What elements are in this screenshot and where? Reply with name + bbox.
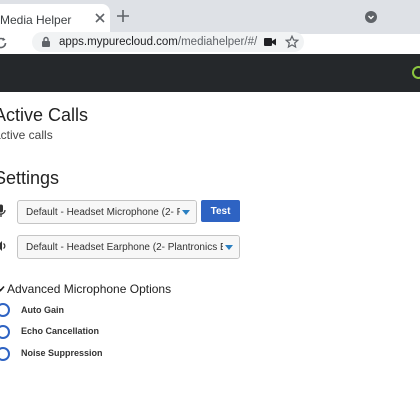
camera-icon[interactable] [264, 37, 276, 47]
chevron-down-icon [225, 245, 233, 250]
url-text[interactable]: apps.mypurecloud.com/mediahelper/#/ [59, 36, 257, 48]
chevron-down-icon [0, 285, 5, 292]
close-icon[interactable] [93, 11, 107, 25]
profile-icon[interactable] [364, 10, 378, 24]
noise-suppression-label: Noise Suppression [21, 348, 103, 358]
reload-icon[interactable] [0, 36, 8, 50]
lock-icon[interactable] [40, 36, 52, 48]
active-calls-heading: Active Calls [0, 105, 89, 125]
earphone-select[interactable]: Default - Headset Earphone (2- Plantroni… [17, 235, 240, 259]
browser-tabstrip: Media Helper [0, 0, 420, 34]
advanced-options-toggle[interactable]: Advanced Microphone Options [0, 282, 171, 296]
earphone-select-value: Default - Headset Earphone (2- Plantroni… [26, 242, 240, 253]
status-indicator [412, 66, 420, 79]
chevron-down-icon [182, 210, 190, 215]
auto-gain-label: Auto Gain [21, 305, 64, 315]
browser-tab[interactable]: Media Helper [0, 4, 110, 34]
url-host: apps.mypurecloud.com [59, 36, 178, 48]
star-icon[interactable] [285, 35, 299, 49]
url-path: /mediahelper/#/ [177, 36, 258, 48]
echo-cancellation-radio[interactable] [0, 325, 10, 339]
advanced-options-label: Advanced Microphone Options [7, 282, 172, 296]
tab-title: Media Helper [0, 13, 72, 27]
test-button[interactable]: Test [201, 200, 240, 222]
echo-cancellation-label: Echo Cancellation [21, 326, 100, 336]
noise-suppression-radio[interactable] [0, 347, 10, 361]
app-header-bar [0, 54, 420, 92]
plus-icon[interactable] [116, 9, 130, 23]
settings-heading: Settings [0, 168, 60, 188]
auto-gain-radio[interactable] [0, 303, 10, 317]
active-calls-text: active calls [0, 128, 53, 142]
microphone-select[interactable]: Default - Headset Microphone (2- Plantro… [17, 200, 197, 224]
microphone-select-value: Default - Headset Microphone (2- Plantro… [26, 207, 196, 218]
speaker-icon [0, 241, 6, 251]
microphone-icon [0, 204, 6, 217]
